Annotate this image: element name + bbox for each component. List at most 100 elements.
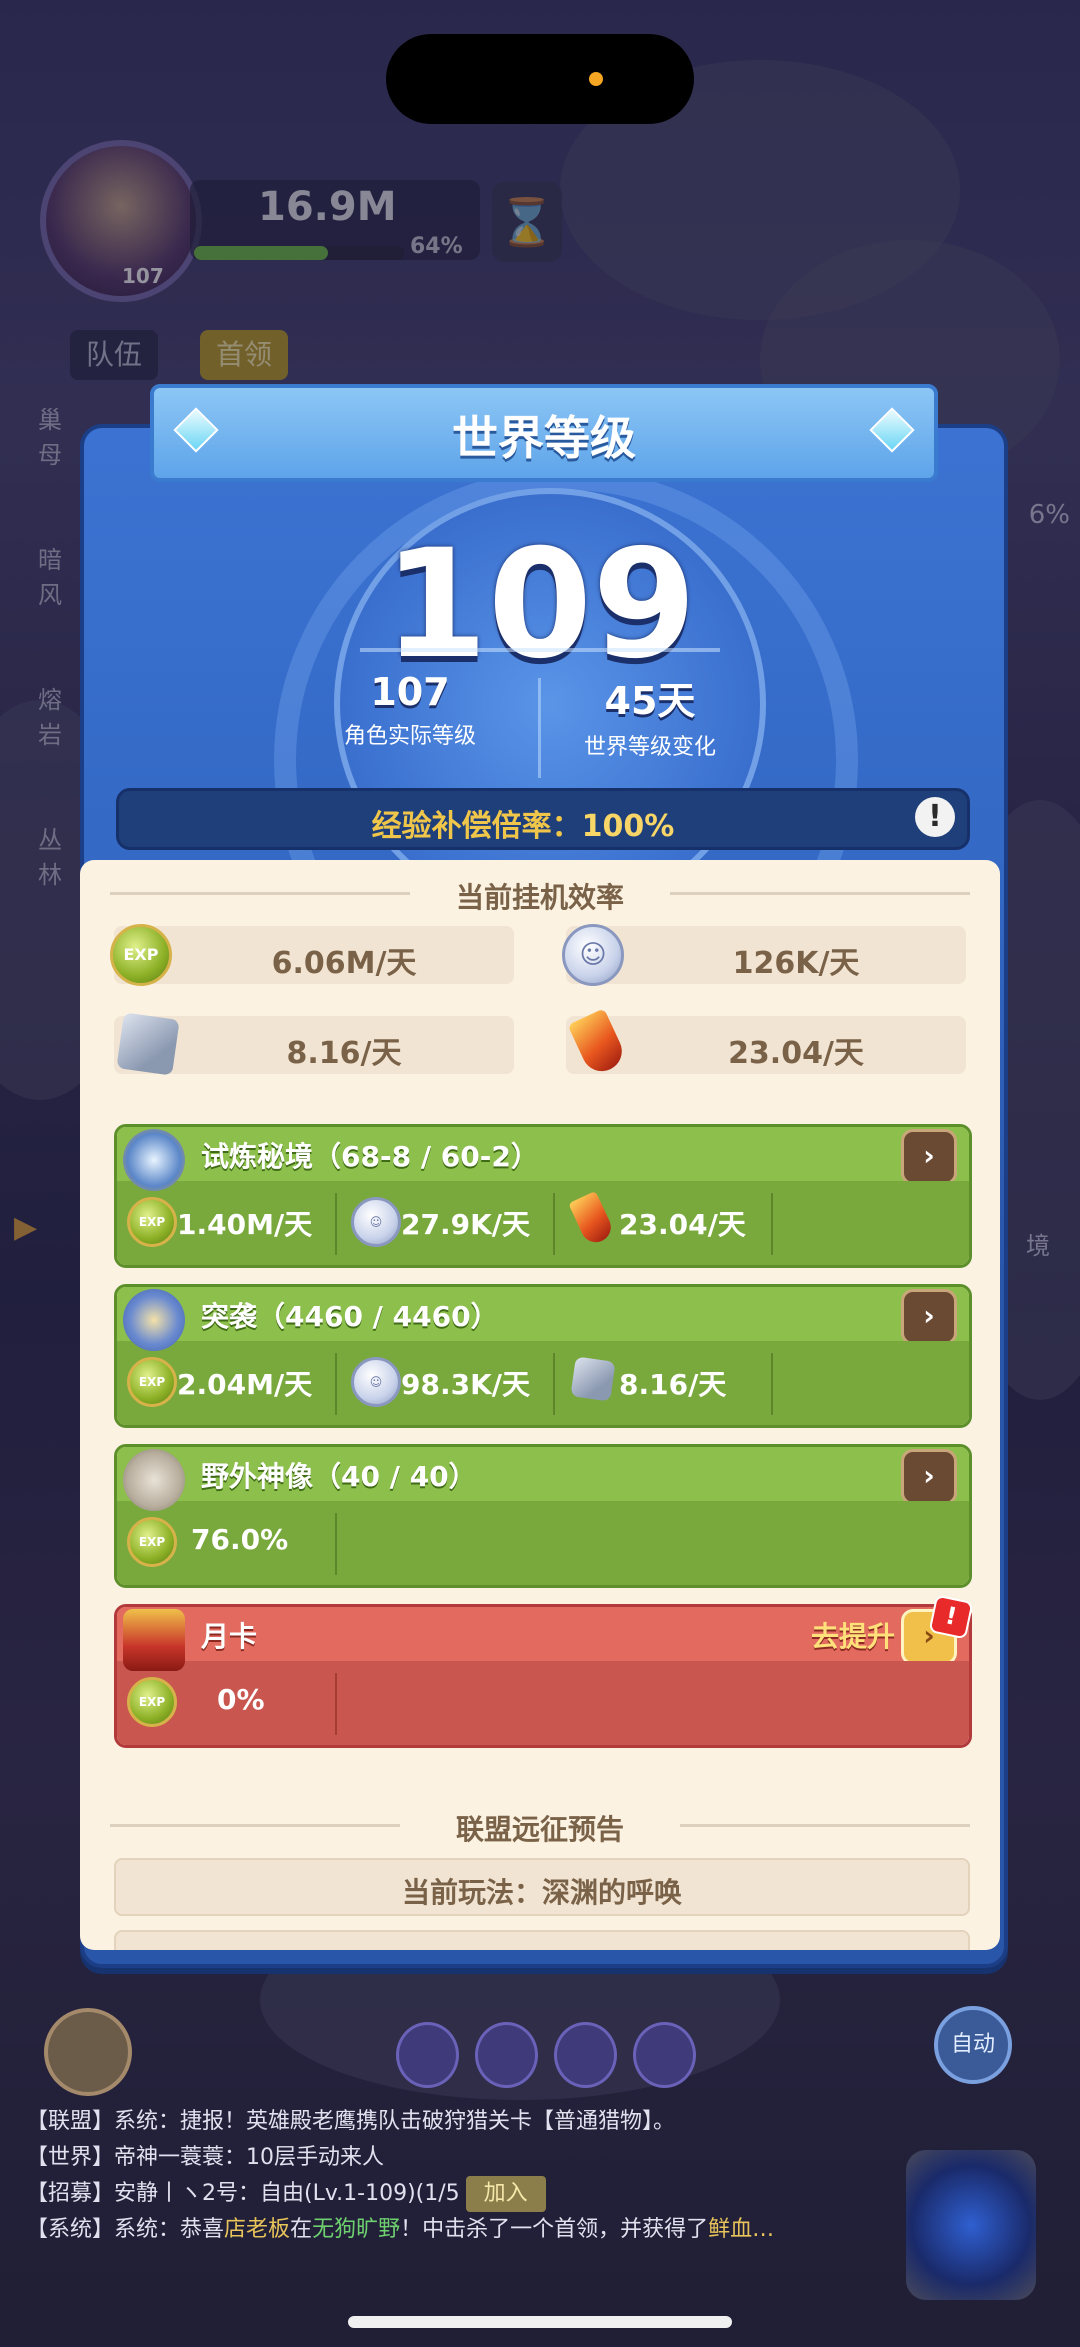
group-body: EXP 1.40M/天 ☺ 27.9K/天 23.04/天 [117,1181,969,1265]
statue-go-button[interactable]: › [901,1449,957,1505]
trial-realm-name: 试炼秘境（68-8 / 60-2） [201,1140,539,1173]
group-header: 月卡 去提升 › [117,1607,969,1671]
chat-channel: 【联盟】 [26,2109,115,2134]
monthly-card-icon [123,1609,185,1671]
cell-separator [771,1353,773,1415]
raid-emblem-icon [123,1289,185,1351]
idle-crystal-value: 23.04/天 [728,1036,864,1071]
trial-coin-value: 27.9K/天 [401,1208,531,1241]
card-exp-cell: EXP 0% [121,1673,331,1733]
chat-text: 在 [290,2217,313,2242]
exp-compensation-bar: 经验补偿倍率：100% ! [116,788,970,850]
trial-exp-value: 1.40M/天 [177,1208,313,1241]
wild-statue-group: 野外神像（40 / 40） › EXP 76.0% [114,1444,972,1588]
raid-exp-cell: EXP 2.04M/天 [121,1353,331,1413]
ore-icon [570,1356,616,1402]
title-banner: 世界等级 [150,384,938,482]
exp-icon: EXP [127,1677,177,1727]
group-body: EXP 2.04M/天 ☺ 98.3K/天 8.16/天 [117,1341,969,1425]
chat-channel: 【招募】 [26,2181,115,2206]
chat-text: ！中击杀了一个首领，并获得了 [400,2217,709,2242]
idle-crystal-rate: 23.04/天 [566,1008,966,1078]
idle-ore-rate: 8.16/天 [114,1012,514,1076]
skill-icon[interactable] [554,2022,617,2088]
group-header: 突袭（4460 / 4460） › [117,1287,969,1351]
portal-icon[interactable] [906,2150,1036,2300]
info-icon[interactable]: ! [915,797,955,837]
exp-icon: EXP [110,924,172,986]
skill-icon[interactable] [633,2022,696,2088]
exp-compensation-label: 经验补偿倍率： [371,809,582,844]
divider [360,648,720,652]
trial-go-button[interactable]: › [901,1129,957,1185]
trial-exp-cell: EXP 1.40M/天 [121,1193,331,1253]
world-level-value: 109 [383,518,697,692]
chat-text: 帝神一蓑蓑：10层手动来人 [114,2145,385,2170]
monthly-card-group: 月卡 去提升 › EXP 0% [114,1604,972,1748]
cell-separator [335,1193,337,1255]
idle-exp-value: 6.06M/天 [271,946,417,981]
pet-button[interactable] [44,2008,132,2096]
chat-channel: 【世界】 [26,2145,115,2170]
raid-coin-value: 98.3K/天 [401,1368,531,1401]
group-header: 野外神像（40 / 40） › [117,1447,969,1511]
recording-dot [589,72,603,86]
raid-ore-value: 8.16/天 [619,1368,727,1401]
alert-badge-icon: ! [928,1594,974,1640]
level-change-value: 45天 [604,679,696,723]
chat-text: 系统：捷报！英雄殿老鹰携队击破狩猎关卡【普通猎物】。 [114,2109,676,2134]
camera-notch [386,34,694,124]
trial-emblem-icon [123,1129,185,1191]
current-play-text: 当前玩法：深渊的呼唤 [401,1876,682,1909]
cell-separator [553,1193,555,1255]
chat-highlight[interactable]: 无狗旷野 [312,2217,400,2242]
crystal-icon [568,1190,616,1248]
exp-icon: EXP [127,1197,177,1247]
chat-log[interactable]: 【联盟】系统：捷报！英雄殿老鹰携队击破狩猎关卡【普通猎物】。 【世界】帝神一蓑蓑… [26,2104,906,2248]
efficiency-content[interactable]: 当前挂机效率 EXP 6.06M/天 ☺ 126K/天 8.16/天 23.04… [80,860,1000,1950]
idle-ore-value: 8.16/天 [286,1036,402,1071]
trial-crystal-value: 23.04/天 [619,1208,746,1241]
cell-separator [335,1673,337,1735]
skill-icon[interactable] [396,2022,459,2088]
statue-exp-cell: EXP 76.0% [121,1513,331,1573]
idle-coin-rate: ☺ 126K/天 [562,924,966,986]
group-body: EXP 76.0% [117,1501,969,1585]
alliance-preview-title: 联盟远征预告 [455,1813,624,1846]
actual-level-label: 角色实际等级 [343,724,476,749]
chat-highlight[interactable]: 鲜血… [708,2217,774,2242]
section-header: 当前挂机效率 [80,872,1000,914]
cell-separator [335,1513,337,1575]
raid-exp-value: 2.04M/天 [177,1368,313,1401]
idle-efficiency-title: 当前挂机效率 [455,881,624,914]
trial-realm-group: 试炼秘境（68-8 / 60-2） › EXP 1.40M/天 ☺ 27.9K/… [114,1124,972,1268]
chat-highlight[interactable]: 店老板 [224,2217,290,2242]
monthly-card-name: 月卡 [201,1620,258,1653]
crystal-icon [567,1008,629,1078]
home-indicator[interactable] [348,2316,732,2328]
raid-name: 突袭（4460 / 4460） [201,1300,499,1333]
raid-go-button[interactable]: › [901,1289,957,1345]
trial-crystal-cell: 23.04/天 [563,1190,773,1253]
coin-icon: ☺ [562,924,624,986]
modal-title: 世界等级 [452,411,636,465]
chat-text: 系统：恭喜 [114,2217,225,2242]
group-header: 试炼秘境（68-8 / 60-2） › [117,1127,969,1191]
current-play-bar: 当前玩法：深渊的呼唤 [114,1858,970,1916]
cell-separator [553,1353,555,1415]
chat-line: 【联盟】系统：捷报！英雄殿老鹰携队击破狩猎关卡【普通猎物】。 [26,2104,906,2140]
idle-exp-rate: EXP 6.06M/天 [110,924,514,986]
join-button[interactable]: 加入 [465,2176,546,2212]
chat-text: 安静丨ヽ2号：自由(Lv.1-109)(1/5 [114,2181,460,2206]
statue-emblem-icon [123,1449,185,1511]
auto-button[interactable]: 自动 [934,2006,1012,2084]
wild-statue-name: 野外神像（40 / 40） [201,1460,477,1493]
schedule-bar-partial [114,1930,970,1950]
level-change-label: 世界等级变化 [583,735,716,760]
coin-icon: ☺ [351,1357,401,1407]
group-body: EXP 0% [117,1661,969,1745]
cell-separator [771,1193,773,1255]
skill-icon[interactable] [475,2022,538,2088]
chat-line: 【世界】帝神一蓑蓑：10层手动来人 [26,2140,906,2176]
upgrade-link[interactable]: 去提升 [811,1615,895,1655]
